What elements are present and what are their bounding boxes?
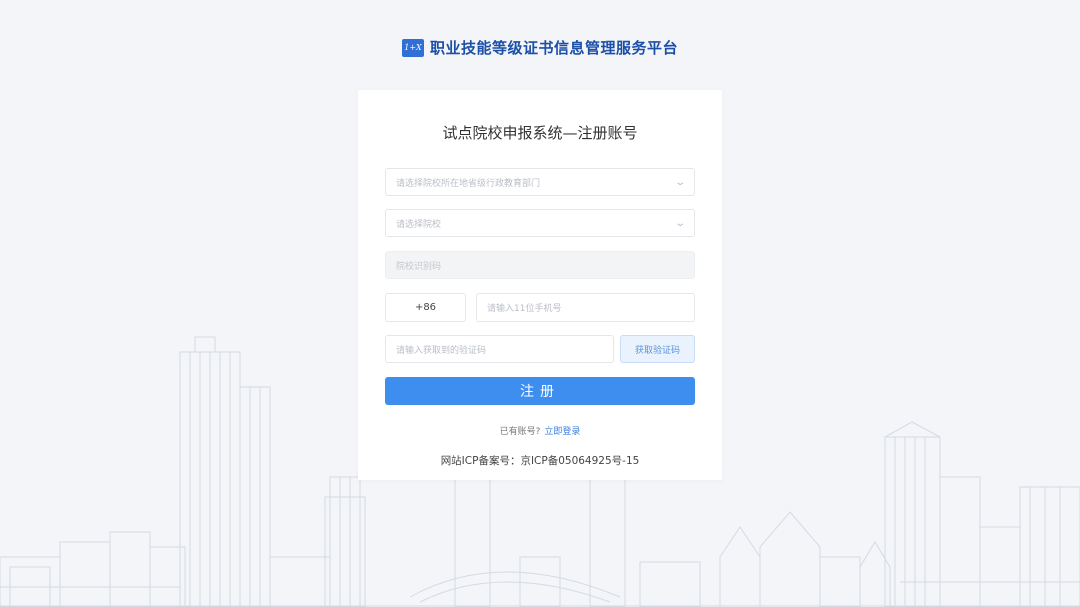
register-page: 1+X 职业技能等级证书信息管理服务平台 试点院校申报系统—注册账号 请选择院校… [0,0,1080,607]
verification-placeholder: 请输入获取到的验证码 [396,345,487,356]
logo-icon: 1+X [401,38,424,57]
phone-input[interactable]: 请输入11位手机号 [476,293,695,322]
school-select[interactable]: 请选择院校 ⌄ [385,209,695,237]
province-education-dept-select[interactable]: 请选择院校所在地省级行政教育部门 ⌄ [385,168,695,196]
login-prompt: 已有账号? 立即登录 [358,424,722,437]
site-header: 1+X 职业技能等级证书信息管理服务平台 [0,37,1080,58]
form-title: 试点院校申报系统—注册账号 [442,124,638,142]
verification-code-input[interactable]: 请输入获取到的验证码 [385,335,614,363]
school-code-placeholder: 院校识别码 [396,261,442,272]
chevron-down-icon: ⌄ [673,176,686,188]
icp-record: 网站ICP备案号：京ICP备05064925号-15 [440,455,640,467]
province-select-placeholder: 请选择院校所在地省级行政教育部门 [396,178,541,189]
register-card: 试点院校申报系统—注册账号 请选择院校所在地省级行政教育部门 ⌄ 请选择院校 ⌄… [358,90,722,480]
site-title: 职业技能等级证书信息管理服务平台 [429,39,678,57]
chevron-down-icon: ⌄ [673,217,686,229]
country-code-select[interactable]: +86 [385,293,466,322]
login-link[interactable]: 立即登录 [544,427,580,437]
school-code-field: 院校识别码 [385,251,695,279]
register-button[interactable]: 注册 [385,377,695,405]
country-code-value: +86 [414,302,437,313]
school-select-placeholder: 请选择院校 [396,219,442,230]
phone-placeholder: 请输入11位手机号 [487,304,562,314]
have-account-text: 已有账号? [499,427,541,437]
get-verification-code-button[interactable]: 获取验证码 [620,335,695,363]
